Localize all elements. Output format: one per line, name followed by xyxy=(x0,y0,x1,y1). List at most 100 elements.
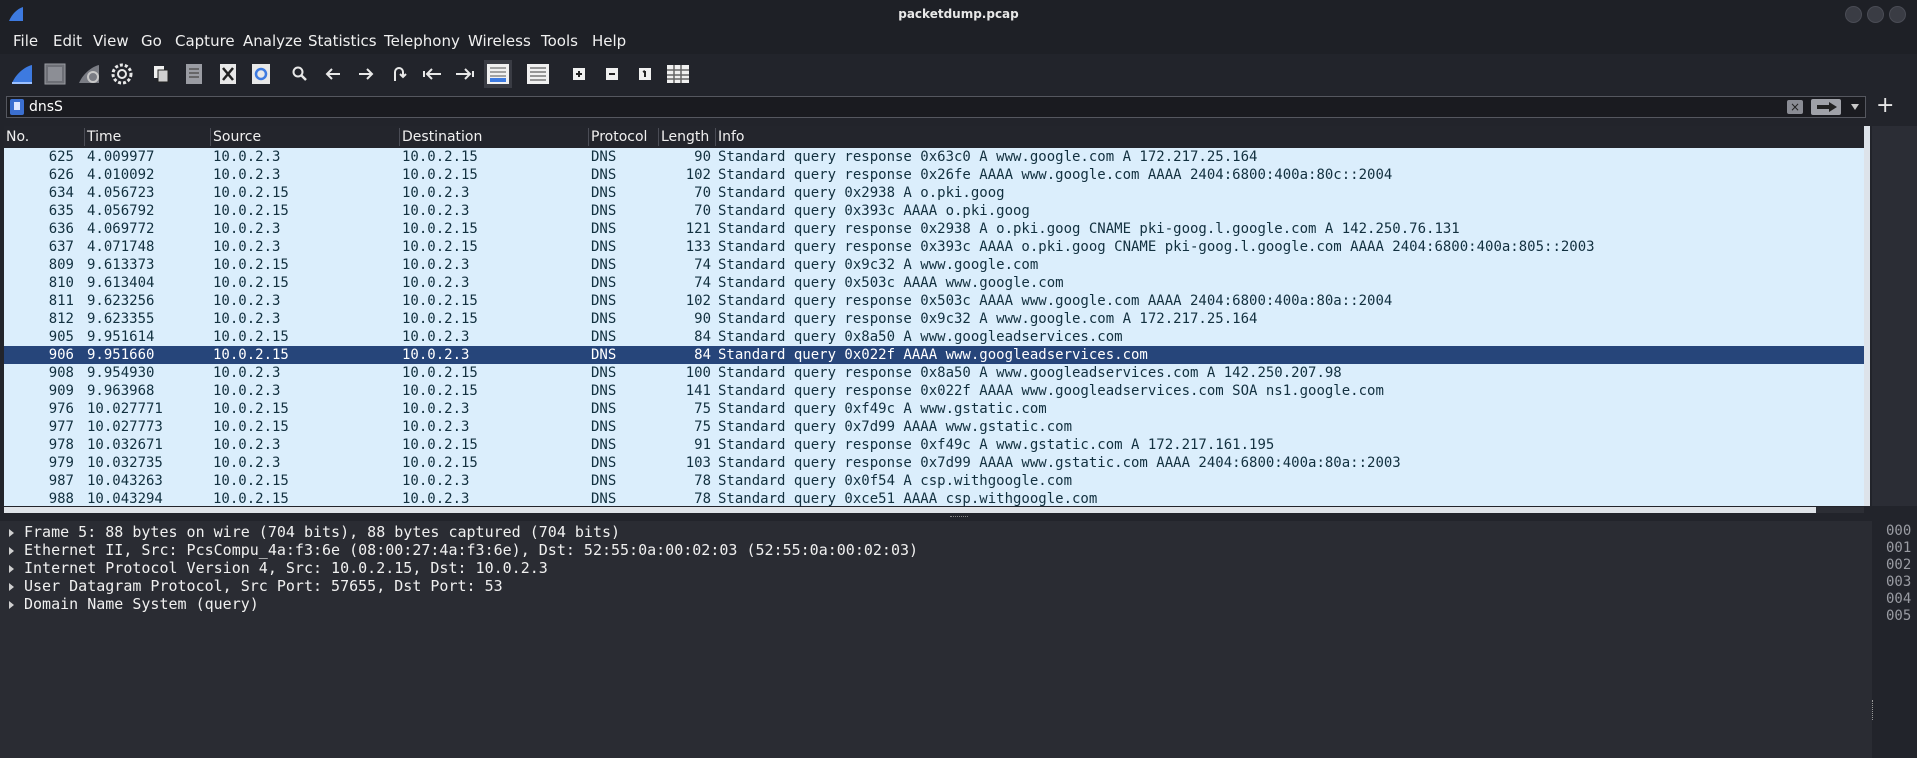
column-header-protocol[interactable]: Protocol xyxy=(591,129,647,145)
cell-destination: 10.0.2.15 xyxy=(402,437,478,453)
cell-info: Standard query 0x7d99 AAAA www.gstatic.c… xyxy=(718,419,1073,435)
column-header-no[interactable]: No. xyxy=(6,129,29,145)
scrollbar-thumb[interactable] xyxy=(1864,126,1870,506)
filter-history-chevron-down-icon[interactable] xyxy=(1851,104,1859,110)
menu-tools[interactable]: Tools xyxy=(541,32,578,50)
stop-square-icon[interactable] xyxy=(41,60,69,88)
detail-row-ethernet[interactable]: Ethernet II, Src: PcsCompu_4a:f3:6e (08:… xyxy=(9,541,918,559)
table-row[interactable]: 811 9.623256 10.0.2.3 10.0.2.15 DNS 102 Standa… xyxy=(4,292,1864,310)
autoscroll-icon[interactable] xyxy=(484,60,512,88)
gear-options-icon[interactable] xyxy=(108,60,136,88)
cell-length: 141 xyxy=(685,383,711,399)
detail-row-udp[interactable]: User Datagram Protocol, Src Port: 57655,… xyxy=(9,577,503,595)
bytes-pane-grip-icon[interactable] xyxy=(1872,700,1875,720)
menu-go[interactable]: Go xyxy=(141,32,162,50)
expand-caret-icon[interactable] xyxy=(9,582,14,591)
menu-view[interactable]: View xyxy=(93,32,129,50)
arrow-left-icon[interactable] xyxy=(319,60,347,88)
table-row[interactable]: 634 4.056723 10.0.2.15 10.0.2.3 DNS 70 Standar… xyxy=(4,184,1864,202)
expand-caret-icon[interactable] xyxy=(9,564,14,573)
menu-file[interactable]: File xyxy=(13,32,38,50)
expand-caret-icon[interactable] xyxy=(9,528,14,537)
table-row[interactable]: 976 10.027771 10.0.2.15 10.0.2.3 DNS 75 Standa… xyxy=(4,400,1864,418)
table-row[interactable]: 810 9.613404 10.0.2.15 10.0.2.3 DNS 74 Standar… xyxy=(4,274,1864,292)
zoom-in-icon[interactable] xyxy=(565,60,593,88)
table-row[interactable]: 978 10.032671 10.0.2.3 10.0.2.15 DNS 91 Standa… xyxy=(4,436,1864,454)
table-row[interactable]: 905 9.951614 10.0.2.15 10.0.2.3 DNS 84 Standar… xyxy=(4,328,1864,346)
column-header-length[interactable]: Length xyxy=(661,129,709,145)
menu-wireless[interactable]: Wireless xyxy=(468,32,531,50)
menu-statistics[interactable]: Statistics xyxy=(308,32,377,50)
expand-caret-icon[interactable] xyxy=(9,546,14,555)
open-file-icon[interactable] xyxy=(147,60,175,88)
cell-length: 102 xyxy=(685,167,711,183)
arrow-right-icon[interactable] xyxy=(352,60,380,88)
table-row[interactable]: 987 10.043263 10.0.2.15 10.0.2.3 DNS 78 Standa… xyxy=(4,472,1864,490)
cell-length: 70 xyxy=(694,185,711,201)
menu-telephony[interactable]: Telephony xyxy=(384,32,460,50)
splitter-grip-icon[interactable] xyxy=(950,516,968,519)
column-header-info[interactable]: Info xyxy=(718,129,745,145)
table-row[interactable]: 908 9.954930 10.0.2.3 10.0.2.15 DNS 100 Standa… xyxy=(4,364,1864,382)
table-row[interactable]: 636 4.069772 10.0.2.3 10.0.2.15 DNS 121 Standa… xyxy=(4,220,1864,238)
first-packet-icon[interactable] xyxy=(418,60,446,88)
detail-row-frame[interactable]: Frame 5: 88 bytes on wire (704 bits), 88… xyxy=(9,523,620,541)
expand-caret-icon[interactable] xyxy=(9,600,14,609)
table-row[interactable]: 635 4.056792 10.0.2.15 10.0.2.3 DNS 70 Standar… xyxy=(4,202,1864,220)
table-row[interactable]: 625 4.009977 10.0.2.3 10.0.2.15 DNS 90 Standar… xyxy=(4,148,1864,166)
search-icon[interactable] xyxy=(286,60,314,88)
scrollbar-thumb[interactable] xyxy=(4,507,1816,513)
detail-row-ipv4[interactable]: Internet Protocol Version 4, Src: 10.0.2… xyxy=(9,559,548,577)
column-header-time[interactable]: Time xyxy=(87,129,121,145)
menu-help[interactable]: Help xyxy=(592,32,626,50)
table-row[interactable]: 809 9.613373 10.0.2.15 10.0.2.3 DNS 74 Standar… xyxy=(4,256,1864,274)
table-row[interactable]: 979 10.032735 10.0.2.3 10.0.2.15 DNS 103 Stand… xyxy=(4,454,1864,472)
cell-protocol: DNS xyxy=(591,149,617,165)
column-header-destination[interactable]: Destination xyxy=(402,129,482,145)
cell-destination: 10.0.2.15 xyxy=(402,293,478,309)
packet-list-vertical-scrollbar[interactable] xyxy=(1864,126,1870,506)
close-button[interactable] xyxy=(1889,6,1906,23)
packet-list-minimap[interactable] xyxy=(1872,126,1917,506)
menu-analyze[interactable]: Analyze xyxy=(243,32,302,50)
close-file-icon[interactable] xyxy=(214,60,242,88)
display-filter-input[interactable]: dnsS xyxy=(29,99,63,115)
go-to-packet-icon[interactable] xyxy=(385,60,413,88)
table-row[interactable]: 637 4.071748 10.0.2.3 10.0.2.15 DNS 133 Standa… xyxy=(4,238,1864,256)
zoom-out-icon[interactable] xyxy=(598,60,626,88)
cell-time: 4.056792 xyxy=(87,203,155,219)
colorize-icon[interactable] xyxy=(524,60,552,88)
packet-list-horizontal-scrollbar[interactable] xyxy=(4,507,1864,513)
table-row[interactable]: 812 9.623355 10.0.2.3 10.0.2.15 DNS 90 Standar… xyxy=(4,310,1864,328)
table-row[interactable]: 909 9.963968 10.0.2.3 10.0.2.15 DNS 141 Standa… xyxy=(4,382,1864,400)
table-row[interactable]: 626 4.010092 10.0.2.3 10.0.2.15 DNS 102 Standa… xyxy=(4,166,1864,184)
menu-edit[interactable]: Edit xyxy=(53,32,82,50)
cell-protocol: DNS xyxy=(591,257,617,273)
column-header-source[interactable]: Source xyxy=(213,129,261,145)
resize-columns-icon[interactable] xyxy=(664,60,692,88)
cell-info: Standard query 0x2938 A o.pki.goog xyxy=(718,185,1005,201)
apply-filter-arrow-icon[interactable] xyxy=(1811,99,1841,115)
byte-offset: 005 xyxy=(1886,608,1912,624)
add-filter-button[interactable]: + xyxy=(1876,93,1894,118)
last-packet-icon[interactable] xyxy=(451,60,479,88)
pane-splitter[interactable] xyxy=(0,514,1917,521)
cell-length: 78 xyxy=(694,473,711,489)
save-file-icon[interactable] xyxy=(180,60,208,88)
normal-size-icon[interactable] xyxy=(631,60,659,88)
filter-bookmark-icon[interactable] xyxy=(10,99,24,115)
minimize-button[interactable] xyxy=(1845,6,1862,23)
maximize-button[interactable] xyxy=(1867,6,1884,23)
cell-protocol: DNS xyxy=(591,293,617,309)
detail-row-dns[interactable]: Domain Name System (query) xyxy=(9,595,259,613)
table-row[interactable]: 977 10.027773 10.0.2.15 10.0.2.3 DNS 75 Standa… xyxy=(4,418,1864,436)
table-row-selected[interactable]: 906 9.951660 10.0.2.15 10.0.2.3 DNS 84 Standar… xyxy=(4,346,1864,364)
menu-capture[interactable]: Capture xyxy=(175,32,235,50)
clear-filter-icon[interactable]: × xyxy=(1787,100,1803,114)
cell-destination: 10.0.2.3 xyxy=(402,491,470,507)
table-row[interactable]: 988 10.043294 10.0.2.15 10.0.2.3 DNS 78 Standa… xyxy=(4,490,1864,508)
shark-fin-start-icon[interactable] xyxy=(8,60,36,88)
restart-fin-icon[interactable] xyxy=(75,60,103,88)
cell-length: 75 xyxy=(694,401,711,417)
reload-file-icon[interactable] xyxy=(247,60,275,88)
